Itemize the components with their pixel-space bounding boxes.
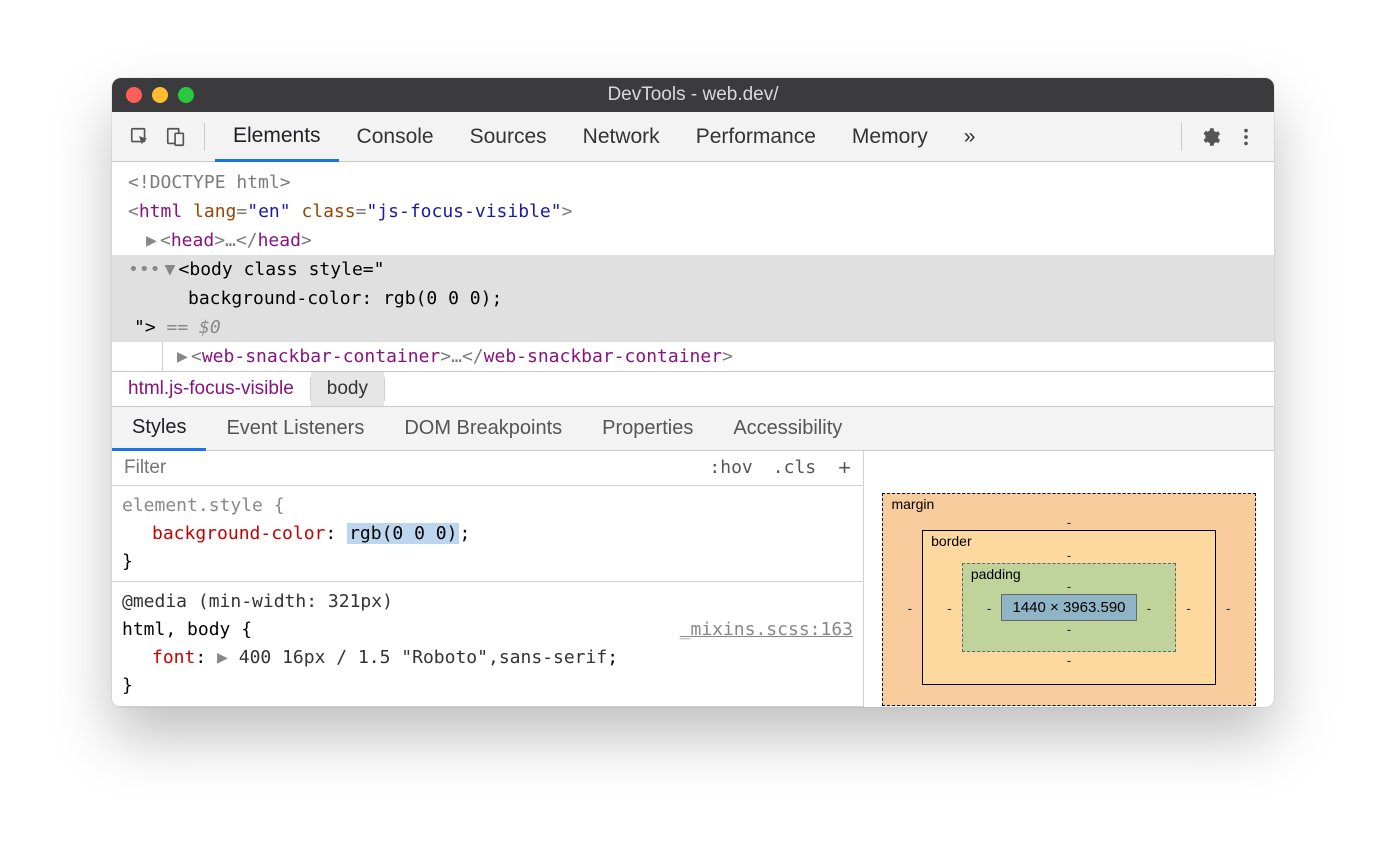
devtools-window: DevTools - web.dev/ Elements Console Sou… xyxy=(112,78,1274,707)
breadcrumb-html[interactable]: html.js-focus-visible xyxy=(112,372,310,406)
lower-pane: :hov .cls + element.style { background-c… xyxy=(112,451,1274,707)
window-title: DevTools - web.dev/ xyxy=(112,84,1274,106)
dom-snackbar[interactable]: ▶<web-snackbar-container>…</web-snackbar… xyxy=(162,342,1274,371)
element-style-rule[interactable]: element.style { background-color: rgb(0 … xyxy=(112,486,863,583)
styles-panel: :hov .cls + element.style { background-c… xyxy=(112,451,864,707)
traffic-lights xyxy=(126,87,194,103)
tab-console[interactable]: Console xyxy=(339,112,452,161)
ptab-properties[interactable]: Properties xyxy=(582,407,713,450)
breadcrumb-body[interactable]: body xyxy=(311,372,384,406)
ptab-styles[interactable]: Styles xyxy=(112,408,206,451)
filter-input[interactable] xyxy=(112,457,699,479)
ptab-accessibility[interactable]: Accessibility xyxy=(713,407,862,450)
toolbar-separator xyxy=(1181,123,1182,151)
box-model-margin[interactable]: margin - - border - - padding - xyxy=(882,493,1255,706)
add-rule-button[interactable]: + xyxy=(826,455,863,481)
dom-head[interactable]: ▶<head>…</head> xyxy=(112,226,1274,255)
cls-toggle[interactable]: .cls xyxy=(763,457,826,478)
tab-network[interactable]: Network xyxy=(565,112,678,161)
dom-body-selected[interactable]: •••▼<body class style=" background-color… xyxy=(112,255,1274,342)
gear-icon[interactable] xyxy=(1196,123,1224,151)
device-toggle-icon[interactable] xyxy=(162,123,190,151)
ptab-event-listeners[interactable]: Event Listeners xyxy=(206,407,384,450)
close-window-button[interactable] xyxy=(126,87,142,103)
dom-html-open[interactable]: <html lang="en" class="js-focus-visible"… xyxy=(112,197,1274,226)
kebab-menu-icon[interactable] xyxy=(1232,123,1260,151)
box-model-panel: margin - - border - - padding - xyxy=(864,451,1274,707)
box-model-padding[interactable]: padding - - 1440 × 3963.590 - - xyxy=(962,563,1176,652)
hov-toggle[interactable]: :hov xyxy=(699,457,762,478)
breadcrumb: html.js-focus-visible body xyxy=(112,371,1274,407)
ptab-dom-breakpoints[interactable]: DOM Breakpoints xyxy=(384,407,582,450)
box-model-border[interactable]: border - - padding - - 1440 × 3963.590 - xyxy=(922,530,1216,685)
source-link[interactable]: _mixins.scss:163 xyxy=(680,616,853,644)
media-style-rule[interactable]: @media (min-width: 321px) html, body {_m… xyxy=(112,582,863,707)
tab-elements[interactable]: Elements xyxy=(215,113,339,162)
tab-performance[interactable]: Performance xyxy=(678,112,834,161)
tab-memory[interactable]: Memory xyxy=(834,112,946,161)
dom-tree[interactable]: <!DOCTYPE html> <html lang="en" class="j… xyxy=(112,162,1274,371)
styles-filter-row: :hov .cls + xyxy=(112,451,863,486)
zoom-window-button[interactable] xyxy=(178,87,194,103)
dom-doctype[interactable]: <!DOCTYPE html> xyxy=(112,168,1274,197)
main-toolbar: Elements Console Sources Network Perform… xyxy=(112,112,1274,162)
toolbar-separator xyxy=(204,123,205,151)
titlebar: DevTools - web.dev/ xyxy=(112,78,1274,112)
pane-tabs: Styles Event Listeners DOM Breakpoints P… xyxy=(112,407,1274,451)
box-model-content[interactable]: 1440 × 3963.590 xyxy=(1001,594,1136,621)
inspect-icon[interactable] xyxy=(126,123,154,151)
tab-sources[interactable]: Sources xyxy=(452,112,565,161)
minimize-window-button[interactable] xyxy=(152,87,168,103)
tab-overflow[interactable]: » xyxy=(946,112,994,161)
